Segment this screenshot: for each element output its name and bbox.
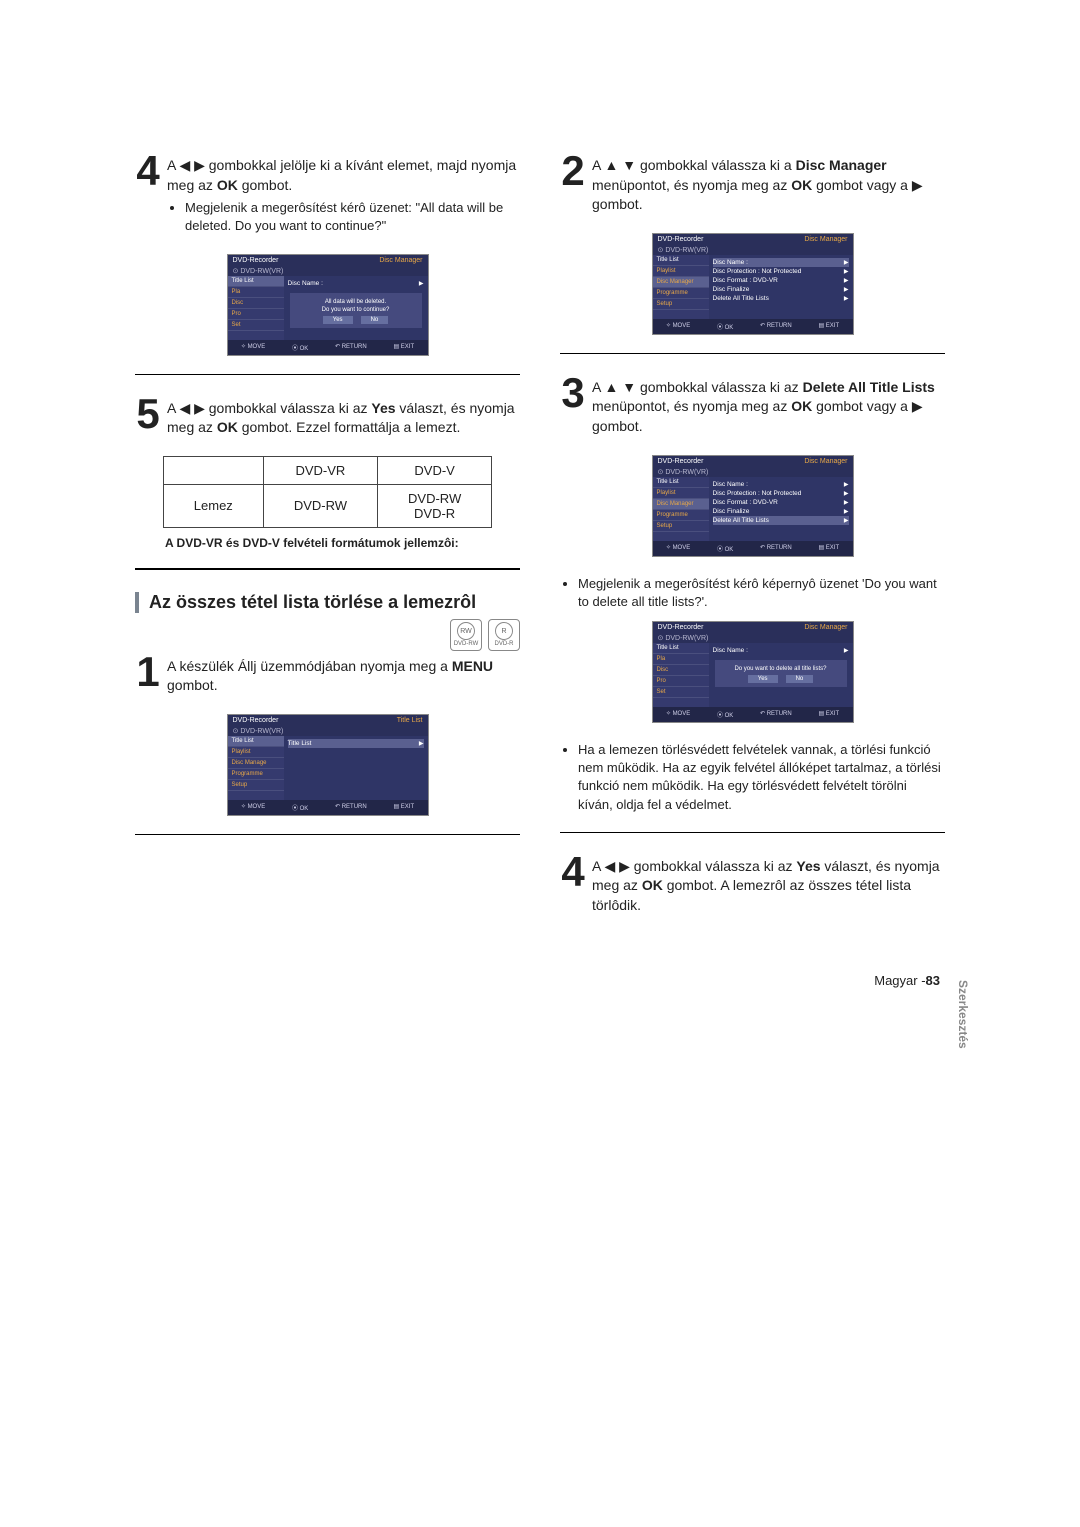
section-heading: Az összes tétel lista törlése a lemezrôl [135,592,520,613]
side-disc: Disc [228,298,284,309]
side-tab: Szerkesztés [956,980,970,1049]
side-dm: Disc Manage [228,758,284,769]
step-text: A ◀ ▶ gombokkal jelölje ki a kívánt elem… [167,156,520,236]
side-pro: Pro [653,676,709,687]
osd-title-list: DVD-RecorderTitle List ⊙ DVD-RW(VR) Titl… [227,714,429,816]
step-text: A ◀ ▶ gombokkal válassza ki az Yes válas… [167,399,520,438]
step-text: A készülék Állj üzemmódjában nyomja meg … [167,657,520,696]
step-text: A ▲ ▼ gombokkal válassza ki az Delete Al… [592,378,945,437]
disc-rw-icon: RWDVD-RW [450,619,482,651]
osd-confirm-delete: DVD-RecorderDisc Manager ⊙ DVD-RW(VR) Ti… [227,254,429,356]
bullet: Megjelenik a megerôsítést kérô képernyô … [578,575,945,611]
disc-icons: RWDVD-RW RDVD-R [135,619,520,651]
left-step-1: 1 A készülék Állj üzemmódjában nyomja me… [135,651,520,696]
step-number: 4 [135,150,161,192]
step-number: 3 [560,372,586,414]
right-step-2: 2 A ▲ ▼ gombokkal válassza ki a Disc Man… [560,150,945,215]
right-column: 2 A ▲ ▼ gombokkal válassza ki a Disc Man… [560,150,945,933]
side-pla: Pla [228,287,284,298]
osd-confirm-delete-all: DVD-RecorderDisc Manager ⊙ DVD-RW(VR) Ti… [652,621,854,723]
right-step-4: 4 A ◀ ▶ gombokkal válassza ki az Yes vál… [560,851,945,916]
side-pro: Pro [228,309,284,320]
step-text: A ◀ ▶ gombokkal válassza ki az Yes válas… [592,857,945,916]
format-table: DVD-VRDVD-V LemezDVD-RWDVD-RWDVD-R [163,456,492,528]
step-number: 2 [560,150,586,192]
step-text: A ▲ ▼ gombokkal válassza ki a Disc Manag… [592,156,945,215]
left-step-5: 5 A ◀ ▶ gombokkal válassza ki az Yes vál… [135,393,520,438]
bullet: Megjelenik a megerôsítést kérô üzenet: "… [185,199,520,235]
step-number: 1 [135,651,161,693]
right-step-3: 3 A ▲ ▼ gombokkal válassza ki az Delete … [560,372,945,437]
left-column: 4 A ◀ ▶ gombokkal jelölje ki a kívánt el… [135,150,520,933]
left-step-4: 4 A ◀ ▶ gombokkal jelölje ki a kívánt el… [135,150,520,236]
osd-delete-all: DVD-RecorderDisc Manager ⊙ DVD-RW(VR) Ti… [652,455,854,557]
bullet: Ha a lemezen törlésvédett felvételek van… [578,741,945,814]
table-caption: A DVD-VR és DVD-V felvételi formátumok j… [165,536,520,550]
step-number: 5 [135,393,161,435]
disc-r-icon: RDVD-R [488,619,520,651]
side-disc: Disc [653,665,709,676]
osd-disc-manager: DVD-RecorderDisc Manager ⊙ DVD-RW(VR) Ti… [652,233,854,335]
page-number: Magyar -83 [0,973,940,988]
side-pla: Pla [653,654,709,665]
step-number: 4 [560,851,586,893]
